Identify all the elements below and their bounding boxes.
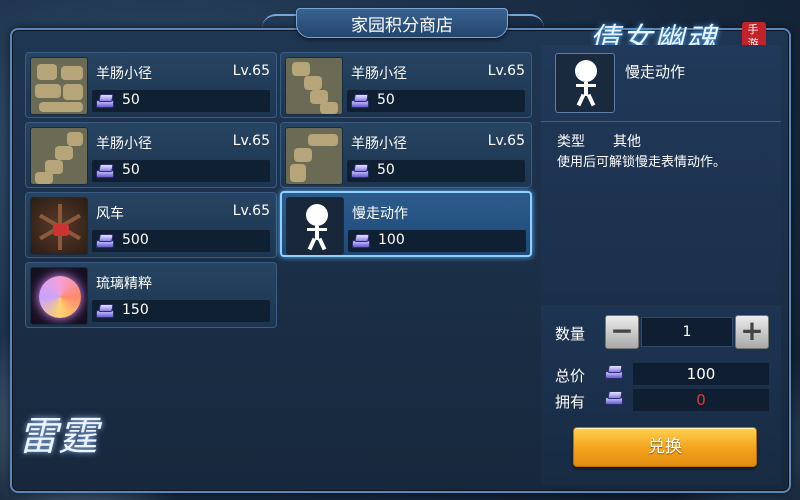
points-coin-icon (94, 302, 116, 320)
shop-item[interactable]: 羊肠小径 Lv.65 50 (280, 52, 532, 118)
item-price: 100 (348, 230, 526, 252)
path-icon (285, 127, 343, 185)
shop-item[interactable]: 羊肠小径 Lv.65 50 (25, 52, 277, 118)
owned-label: 拥有 (555, 393, 586, 411)
item-name: 琉璃精粹 (96, 276, 152, 292)
detail-description: 使用后可解锁慢走表情动作。 (557, 155, 727, 170)
points-coin-icon (349, 92, 371, 110)
item-price: 150 (92, 300, 270, 322)
item-price: 500 (92, 230, 270, 252)
shop-item-selected[interactable]: 慢走动作 100 (280, 191, 532, 257)
title-ornament-right (504, 14, 544, 28)
path-icon (30, 127, 88, 185)
item-price-value: 50 (377, 162, 395, 178)
divider (541, 121, 781, 122)
points-coin-icon (94, 162, 116, 180)
item-name: 羊肠小径 (96, 136, 152, 152)
item-name: 羊肠小径 (96, 66, 152, 82)
emote-icon (555, 53, 615, 113)
shop-item[interactable]: 风车 Lv.65 500 (25, 192, 277, 258)
item-price: 50 (347, 160, 525, 182)
item-level: Lv.65 (232, 203, 270, 219)
item-price-value: 100 (378, 232, 405, 248)
decrease-quantity-button[interactable]: − (605, 315, 639, 349)
item-price-value: 50 (122, 162, 140, 178)
item-grid: 羊肠小径 Lv.65 50 羊肠小径 Lv.65 50 羊肠小径 Lv.65 5… (25, 52, 535, 332)
item-price-value: 150 (122, 302, 149, 318)
points-coin-icon (94, 232, 116, 250)
item-price-value: 500 (122, 232, 149, 248)
detail-item-name: 慢走动作 (625, 63, 686, 81)
points-coin-icon (603, 363, 629, 385)
total-price-value: 100 (633, 363, 769, 385)
path-icon (30, 57, 88, 115)
item-price: 50 (347, 90, 525, 112)
points-coin-icon (603, 389, 629, 411)
item-name: 羊肠小径 (351, 66, 407, 82)
item-level: Lv.65 (232, 133, 270, 149)
increase-quantity-button[interactable]: + (735, 315, 769, 349)
shop-item[interactable]: 琉璃精粹 150 (25, 262, 277, 328)
total-price-label: 总价 (555, 367, 586, 385)
points-coin-icon (94, 92, 116, 110)
item-detail-panel: 慢走动作 类型 其他 使用后可解锁慢走表情动作。 (541, 45, 781, 303)
item-name: 风车 (96, 206, 124, 222)
detail-type-value: 其他 (613, 134, 641, 150)
item-name: 羊肠小径 (351, 136, 407, 152)
quantity-field[interactable]: 1 (641, 317, 733, 347)
item-price-value: 50 (122, 92, 140, 108)
detail-type-label: 类型 (557, 134, 585, 150)
shop-title: 家园积分商店 (296, 8, 508, 38)
quantity-label: 数量 (555, 325, 586, 343)
path-icon (285, 57, 343, 115)
points-coin-icon (350, 232, 372, 250)
purchase-panel: 数量 − 1 + 总价 100 拥有 0 兑换 (541, 305, 781, 485)
publisher-logo: 雷霆 (18, 414, 98, 460)
item-name: 慢走动作 (352, 206, 408, 222)
item-price: 50 (92, 90, 270, 112)
exchange-button[interactable]: 兑换 (573, 427, 757, 467)
points-coin-icon (349, 162, 371, 180)
windmill-icon (30, 197, 88, 255)
item-level: Lv.65 (232, 63, 270, 79)
item-level: Lv.65 (487, 63, 525, 79)
item-price: 50 (92, 160, 270, 182)
shop-item[interactable]: 羊肠小径 Lv.65 50 (25, 122, 277, 188)
owned-value: 0 (633, 389, 769, 411)
item-price-value: 50 (377, 92, 395, 108)
emote-icon (286, 197, 344, 255)
item-level: Lv.65 (487, 133, 525, 149)
orb-icon (30, 267, 88, 325)
shop-item[interactable]: 羊肠小径 Lv.65 50 (280, 122, 532, 188)
